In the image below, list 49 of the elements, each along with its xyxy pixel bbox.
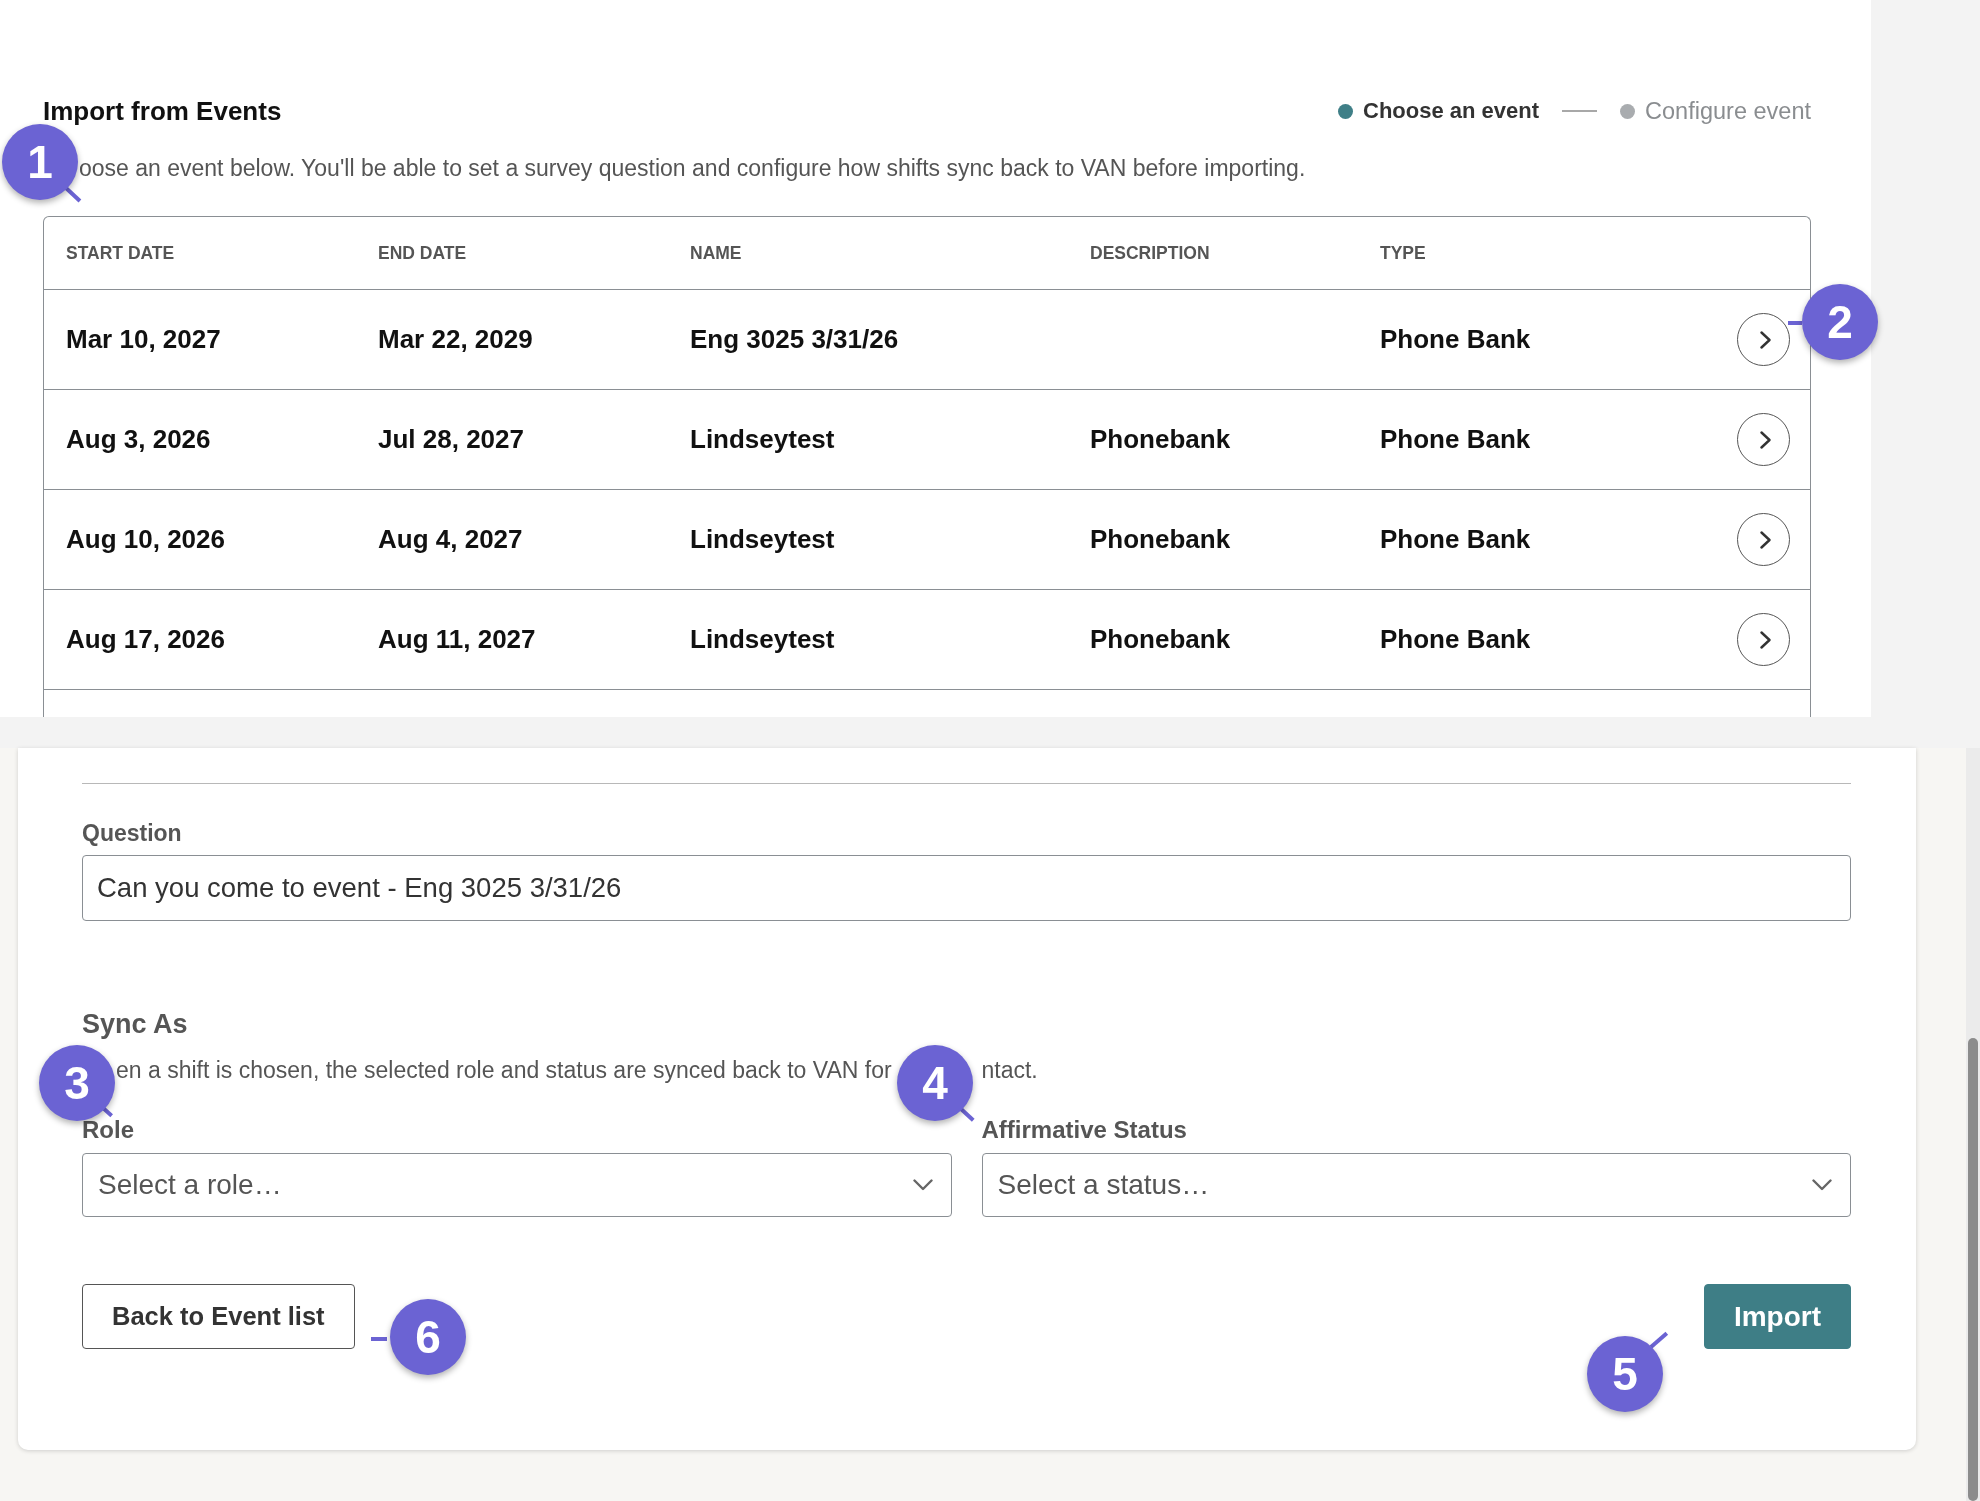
- column-header: DESCRIPTION: [1090, 242, 1210, 264]
- step-label: Configure event: [1645, 97, 1811, 125]
- table-cell: Aug 10, 2026: [66, 524, 225, 555]
- table-cell: Aug 11, 2027: [378, 624, 536, 655]
- table-cell: Phone Bank: [1380, 624, 1531, 655]
- column-header: NAME: [690, 242, 742, 264]
- table-cell: Aug 4, 2027: [378, 524, 523, 555]
- import-button[interactable]: Import: [1703, 1284, 1851, 1349]
- section-heading: Sync As: [82, 1008, 188, 1041]
- table-cell: Mar 22, 2029: [378, 324, 533, 355]
- table-cell: Lindseytest: [690, 624, 835, 655]
- column-header: END DATE: [378, 242, 467, 264]
- table-cell: Phone Bank: [1380, 324, 1531, 355]
- field-label: Question: [82, 820, 182, 846]
- question-input[interactable]: Can you come to event - Eng 3025 3/31/26: [82, 855, 1851, 921]
- chevron-right-icon: [1759, 330, 1771, 349]
- column-header: TYPE: [1380, 242, 1426, 264]
- table-cell: Eng 3025 3/31/26: [690, 324, 899, 355]
- panel-title: Import from Events: [43, 97, 282, 125]
- table-cell: Jul 28, 2027: [378, 424, 524, 455]
- table-cell: Lindseytest: [690, 524, 835, 555]
- table-cell: Aug 17, 2026: [66, 624, 225, 655]
- table-cell: Lindseytest: [690, 424, 835, 455]
- column-header: START DATE: [66, 242, 175, 264]
- row-open-button[interactable]: [1737, 313, 1790, 366]
- table-cell: Mar 10, 2027: [66, 324, 221, 355]
- chevron-right-icon: [1759, 630, 1771, 649]
- table-cell: Aug 3, 2026: [66, 424, 211, 455]
- select-field[interactable]: Select a role…: [82, 1153, 952, 1217]
- scrollbar-thumb[interactable]: [1968, 1038, 1978, 1501]
- panel-description: oose an event below. You'll be able to set a survey question and configure how shifts sync back to VAN before importing.: [79, 154, 1306, 182]
- chevron-down-icon: [912, 1179, 933, 1191]
- back-button[interactable]: Back to Event list: [82, 1284, 355, 1349]
- field-label: Affirmative Status: [981, 1117, 1187, 1143]
- step-label: Choose an event: [1363, 97, 1540, 125]
- table-cell: Phonebank: [1090, 424, 1231, 455]
- chevron-down-icon: [1812, 1179, 1832, 1191]
- section-description: en a shift is chosen, the selected role and status are synced back to VAN for: [116, 1056, 892, 1084]
- row-open-button[interactable]: [1737, 613, 1790, 666]
- chevron-right-icon: [1759, 430, 1771, 449]
- select-field[interactable]: Select a status…: [981, 1153, 1851, 1217]
- chevron-right-icon: [1759, 530, 1771, 549]
- section-description: ntact.: [981, 1056, 1038, 1084]
- table-cell: Phone Bank: [1380, 524, 1531, 555]
- table-cell: Phonebank: [1090, 624, 1231, 655]
- row-open-button[interactable]: [1737, 413, 1790, 466]
- table-cell: Phone Bank: [1380, 424, 1531, 455]
- table-cell: Phonebank: [1090, 524, 1231, 555]
- row-open-button[interactable]: [1737, 513, 1790, 566]
